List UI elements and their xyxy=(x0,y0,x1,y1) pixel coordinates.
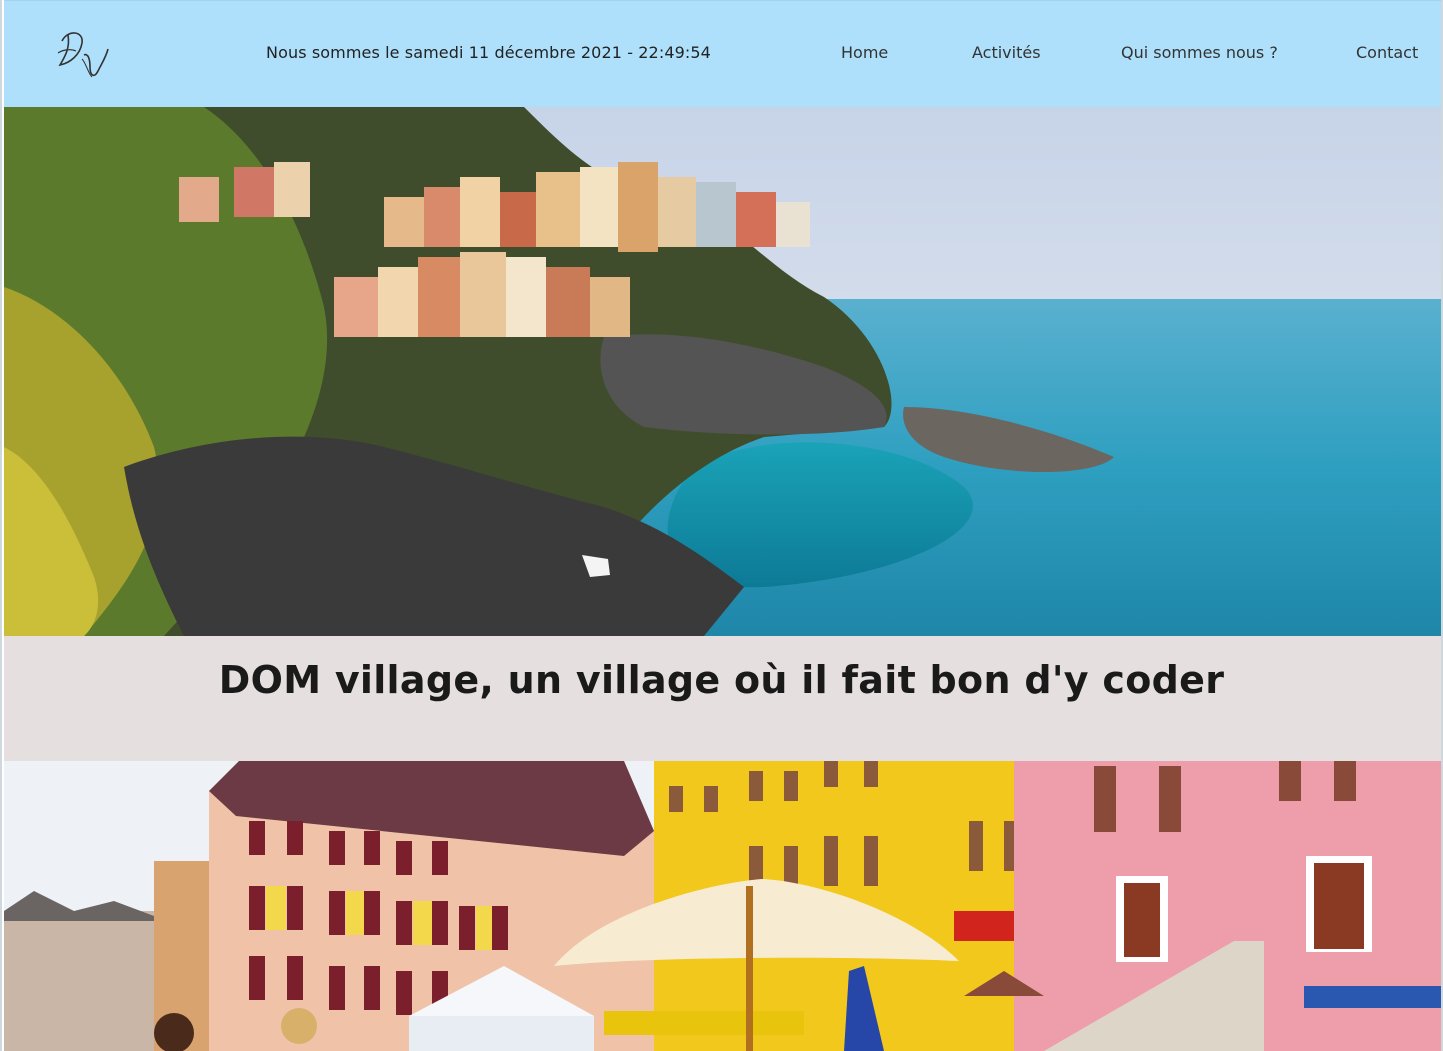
village-square-image xyxy=(4,761,1441,1051)
nav-home[interactable]: Home xyxy=(841,43,888,62)
page-frame: Nous sommes le samedi 11 décembre 2021 -… xyxy=(0,0,1443,1051)
top-header: Nous sommes le samedi 11 décembre 2021 -… xyxy=(4,0,1441,108)
monogram-logo-icon xyxy=(57,32,109,78)
nav-contact[interactable]: Contact xyxy=(1356,43,1418,62)
site-logo[interactable] xyxy=(48,19,118,89)
current-datetime: Nous sommes le samedi 11 décembre 2021 -… xyxy=(266,43,711,62)
nav-qui-sommes-nous[interactable]: Qui sommes nous ? xyxy=(1121,43,1278,62)
page-headline: DOM village, un village où il fait bon d… xyxy=(218,658,1225,702)
nav-activites[interactable]: Activités xyxy=(972,43,1041,62)
hero-coastal-village-image xyxy=(4,107,1441,636)
